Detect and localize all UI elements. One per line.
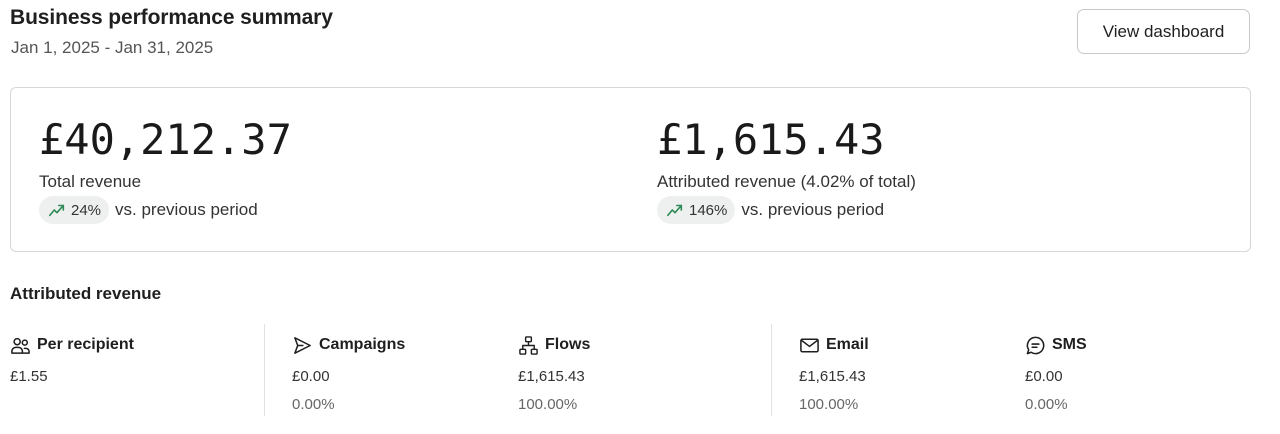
attributed-revenue-section-title: Attributed revenue — [10, 284, 162, 303]
flow-icon — [519, 335, 538, 355]
chat-icon — [1026, 336, 1045, 354]
attributed-revenue-label: Attributed revenue (4.02% of total) — [657, 172, 916, 191]
change-badge: 146% — [657, 196, 736, 224]
per-recipient-column: Per recipient £1.55 — [10, 334, 134, 385]
date-range: Jan 1, 2025 - Jan 31, 2025 — [11, 38, 214, 57]
per-recipient-header: Per recipient — [10, 334, 134, 356]
total-revenue-label: Total revenue — [39, 172, 142, 191]
campaigns-header: Campaigns — [292, 334, 405, 356]
column-percent: 100.00% — [518, 396, 578, 413]
column-label: SMS — [1052, 336, 1087, 353]
attributed-revenue-change: 146% vs. previous period — [657, 196, 884, 224]
trend-up-icon — [48, 204, 65, 217]
column-divider — [264, 324, 265, 416]
column-label: Email — [826, 336, 869, 353]
column-label: Campaigns — [319, 336, 406, 353]
change-percent: 146% — [689, 201, 728, 219]
column-label: Per recipient — [37, 336, 134, 353]
column-percent: 0.00% — [292, 396, 335, 413]
email-column: Email £1,615.43 100.00% — [799, 334, 869, 413]
sms-header: SMS — [1025, 334, 1087, 356]
view-dashboard-button[interactable]: View dashboard — [1077, 9, 1250, 54]
people-icon — [11, 337, 30, 354]
column-divider — [771, 324, 772, 416]
column-label: Flows — [545, 336, 591, 353]
column-value: £0.00 — [1025, 368, 1063, 385]
column-value: £1.55 — [10, 368, 48, 385]
vs-previous-text: vs. previous period — [741, 200, 885, 219]
flows-column: Flows £1,615.43 100.00% — [518, 334, 590, 413]
column-value: £0.00 — [292, 368, 330, 385]
column-value: £1,615.43 — [518, 368, 585, 385]
flows-header: Flows — [518, 334, 590, 356]
email-header: Email — [799, 334, 869, 356]
revenue-summary-card: £40,212.37 Total revenue 24% vs. previou… — [10, 87, 1251, 252]
page-title: Business performance summary — [10, 6, 333, 29]
change-badge: 24% — [39, 196, 110, 224]
change-percent: 24% — [71, 201, 102, 219]
total-revenue-change: 24% vs. previous period — [39, 196, 258, 224]
campaigns-column: Campaigns £0.00 0.00% — [292, 334, 405, 413]
column-percent: 100.00% — [799, 396, 859, 413]
total-revenue-value: £40,212.37 — [39, 115, 292, 164]
page-header: Business performance summary Jan 1, 2025… — [10, 6, 1250, 66]
attributed-revenue-value: £1,615.43 — [657, 115, 885, 164]
column-value: £1,615.43 — [799, 368, 866, 385]
sms-column: SMS £0.00 0.00% — [1025, 334, 1087, 413]
send-icon — [294, 336, 311, 354]
column-percent: 0.00% — [1025, 396, 1068, 413]
mail-icon — [800, 338, 819, 352]
vs-previous-text: vs. previous period — [115, 200, 258, 219]
trend-up-icon — [666, 204, 683, 217]
